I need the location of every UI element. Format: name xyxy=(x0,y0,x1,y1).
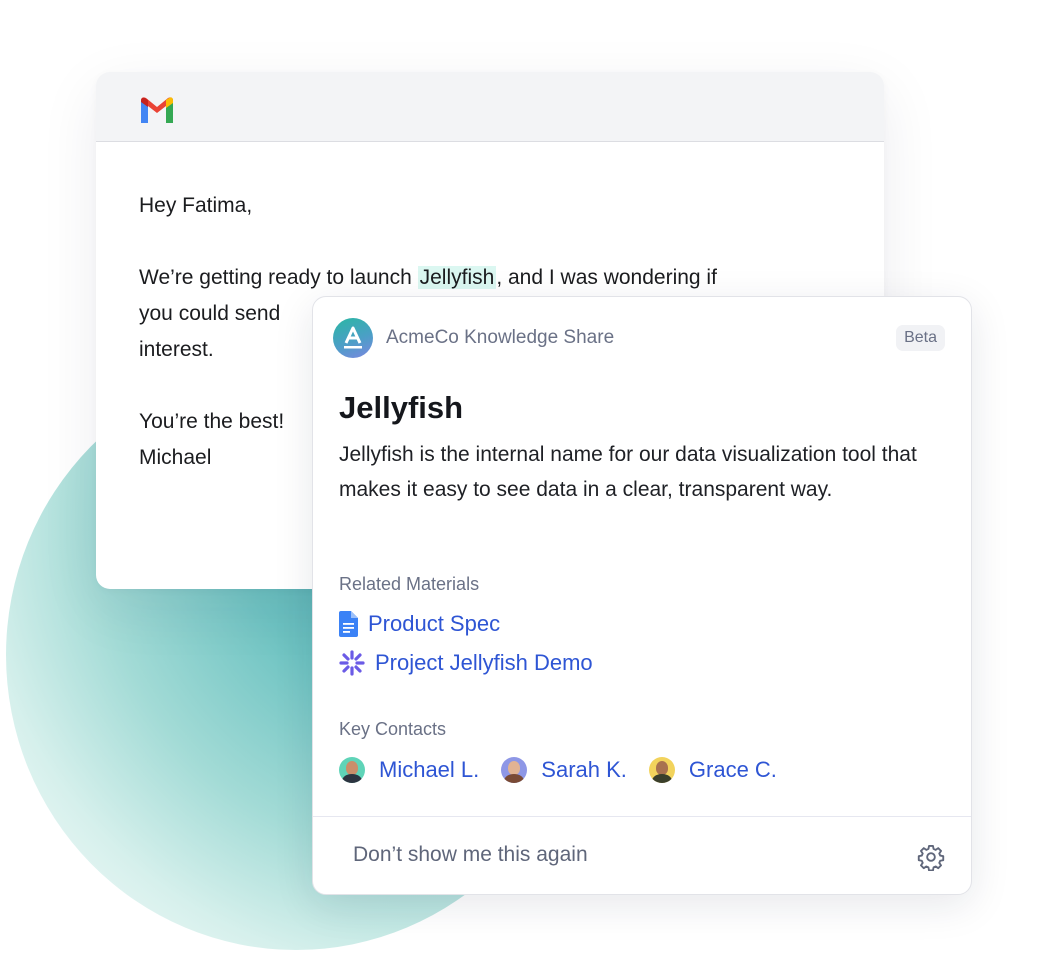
acmeco-logo-icon xyxy=(333,318,373,358)
email-text: We’re getting ready to launch xyxy=(139,266,418,289)
highlighted-term[interactable]: Jellyfish xyxy=(417,266,497,289)
material-label: Project Jellyfish Demo xyxy=(375,650,593,675)
material-label: Product Spec xyxy=(368,611,501,636)
email-header xyxy=(96,72,884,142)
email-signature: Michael xyxy=(139,446,212,469)
app-name: AcmeCo Knowledge Share xyxy=(386,327,615,348)
gmail-logo-icon xyxy=(141,97,173,123)
contact-name: Sarah K. xyxy=(541,757,627,782)
sparkle-icon xyxy=(339,650,365,676)
avatar xyxy=(501,757,528,783)
contact-michael[interactable]: Michael L. xyxy=(339,757,479,783)
avatar xyxy=(339,757,365,783)
popup-title: Jellyfish xyxy=(339,390,464,425)
contact-grace[interactable]: Grace C. xyxy=(648,757,777,783)
gear-icon[interactable] xyxy=(917,843,945,871)
contact-name: Grace C. xyxy=(688,757,777,782)
stage: Hey Fatima, We’re getting ready to launc… xyxy=(0,0,1058,962)
contact-sarah[interactable]: Sarah K. xyxy=(501,757,627,783)
material-link-demo[interactable]: Project Jellyfish Demo xyxy=(339,650,593,676)
contacts-list: Michael L. Sarah K. Grace C. xyxy=(339,757,799,783)
email-greeting: Hey Fatima, xyxy=(139,194,253,217)
dont-show-again-button[interactable]: Don’t show me this again xyxy=(353,843,588,867)
email-text: you could send xyxy=(139,302,281,325)
contact-name: Michael L. xyxy=(379,757,480,782)
email-text: interest. xyxy=(139,338,214,361)
related-materials-label: Related Materials xyxy=(339,574,480,594)
footer-divider xyxy=(313,816,971,817)
key-contacts-label: Key Contacts xyxy=(339,719,447,739)
knowledge-popup: AcmeCo Knowledge Share Beta Jellyfish Je… xyxy=(312,296,972,895)
popup-description: Jellyfish is the internal name for our d… xyxy=(339,443,917,501)
popup-header: AcmeCo Knowledge Share Beta xyxy=(333,318,945,358)
avatar xyxy=(648,757,675,783)
email-closing-text: You’re the best! xyxy=(139,410,285,433)
material-link-product-spec[interactable]: Product Spec xyxy=(339,611,500,637)
beta-badge: Beta xyxy=(896,325,945,351)
email-text: , and I was wondering if xyxy=(496,266,717,289)
google-doc-icon xyxy=(339,611,358,637)
